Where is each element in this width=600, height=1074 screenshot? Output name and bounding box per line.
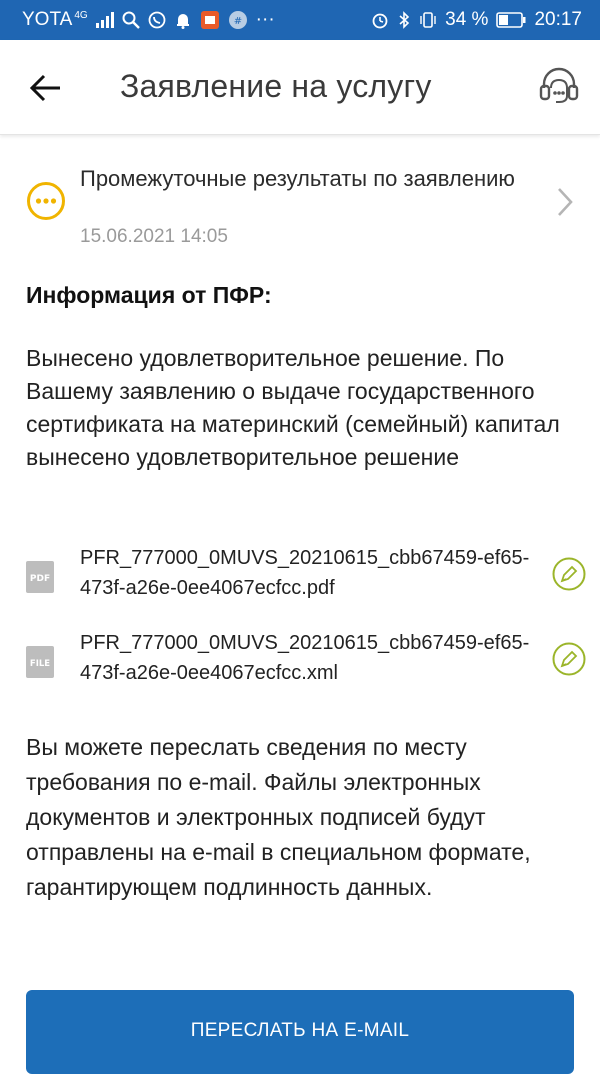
app-notification-icon: [200, 10, 220, 30]
clock-time: 20:17: [534, 9, 582, 30]
generic-file-icon: FILE: [26, 646, 54, 678]
battery-icon: [496, 12, 526, 28]
page-title: Заявление на услугу: [120, 68, 432, 104]
support-button[interactable]: [536, 64, 582, 110]
app-bar: Заявление на услугу: [0, 40, 600, 135]
back-arrow-icon: [29, 74, 60, 102]
carrier-name: YOTA: [22, 9, 73, 30]
application-status-row[interactable]: Промежуточные результаты по заявлению 15…: [0, 160, 600, 255]
battery-percent: 34 %: [445, 9, 489, 30]
back-button[interactable]: [28, 70, 68, 106]
network-type: 4G: [74, 9, 88, 21]
pending-status-icon: [26, 181, 66, 221]
whatsapp-icon: [148, 11, 166, 29]
status-bar: YOTA 4G # ··· 34 % 20:17: [0, 0, 600, 40]
headset-icon: [539, 67, 579, 103]
signature-button[interactable]: [552, 557, 586, 591]
status-date: 15.06.2021 14:05: [80, 226, 228, 247]
file-name[interactable]: PFR_777000_0MUVS_20210615_cbb67459-ef65-…: [80, 543, 540, 603]
file-item-xml[interactable]: FILE PFR_777000_0MUVS_20210615_cbb67459-…: [0, 628, 600, 698]
forward-info-text: Вы можете переслать сведения по месту тр…: [26, 734, 531, 900]
file-name[interactable]: PFR_777000_0MUVS_20210615_cbb67459-ef65-…: [80, 628, 540, 688]
file-item-pdf[interactable]: PDF PFR_777000_0MUVS_20210615_cbb67459-e…: [0, 543, 600, 613]
signature-button[interactable]: [552, 642, 586, 676]
chevron-right-icon: [554, 185, 576, 219]
info-body: Вынесено удовлетворительное решение. По …: [26, 345, 560, 470]
search-icon: [122, 11, 140, 29]
alarm-clock-icon: [371, 11, 389, 29]
chat-notification-icon: #: [228, 10, 248, 30]
alarm-bell-icon: [174, 11, 192, 29]
bluetooth-icon: [397, 11, 411, 29]
more-notifications-icon: ···: [255, 9, 275, 30]
signature-icon: [552, 642, 586, 676]
signal-icon: [95, 12, 114, 28]
status-text: Промежуточные результаты по заявлению: [80, 166, 515, 191]
info-heading: Информация от ПФР:: [26, 282, 272, 308]
signature-icon: [552, 557, 586, 591]
vibrate-icon: [419, 11, 437, 29]
generic-file-type: FILE: [30, 659, 50, 669]
pdf-file-icon: PDF: [26, 561, 54, 593]
svg-text:#: #: [233, 16, 241, 27]
send-email-button[interactable]: ПЕРЕСЛАТЬ НА E-MAIL: [26, 990, 574, 1074]
pdf-file-type: PDF: [30, 574, 50, 584]
